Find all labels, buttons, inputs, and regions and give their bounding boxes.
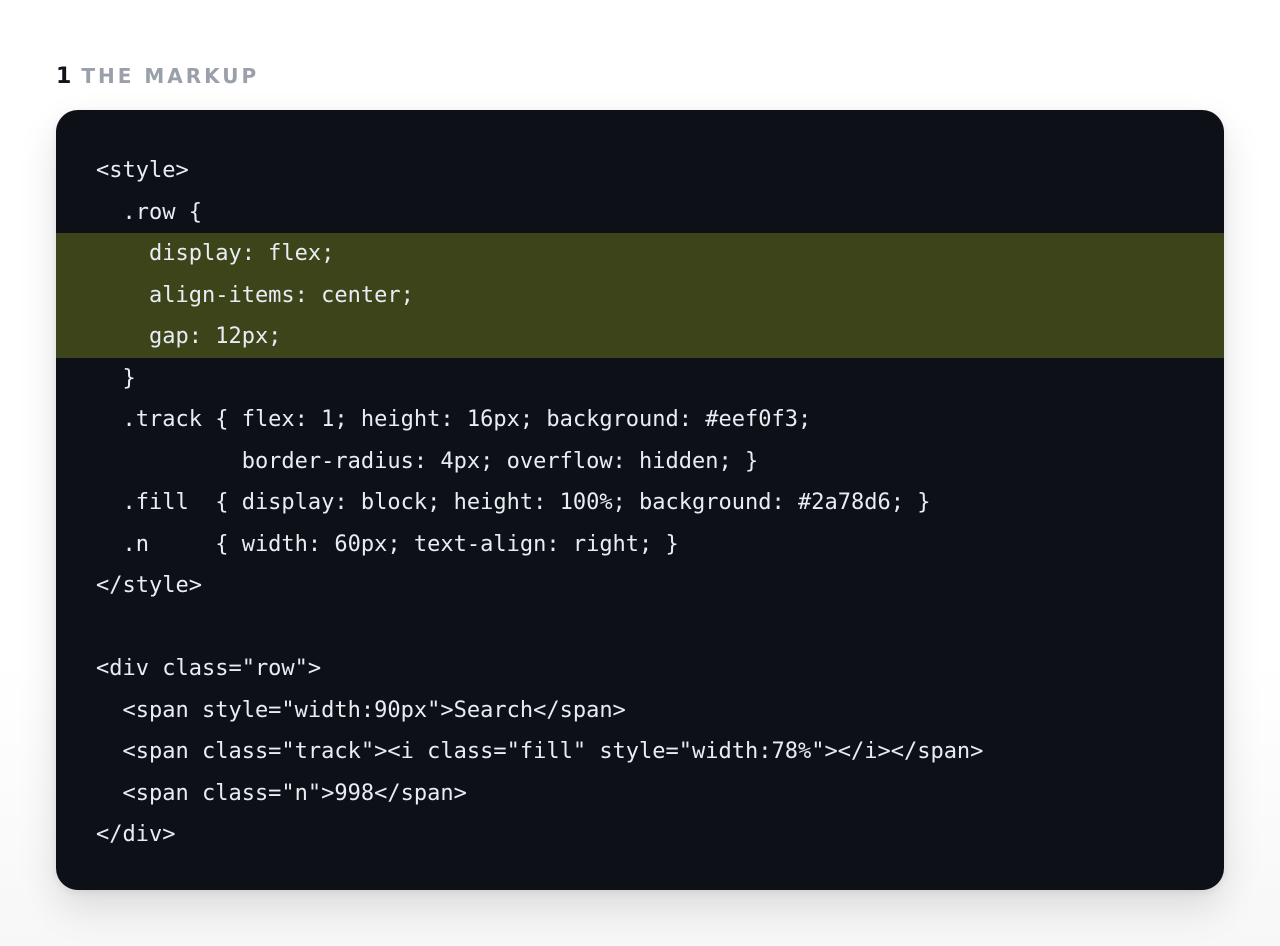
code-line: <span style="width:90px">Search</span> <box>96 697 626 723</box>
code-line: .track { flex: 1; height: 16px; backgrou… <box>96 407 812 432</box>
section-heading: 1 THE MARKUP <box>56 62 259 90</box>
code-line: border-radius: 4px; overflow: hidden; } <box>96 448 759 474</box>
code-line: .row { <box>96 199 202 225</box>
section-number: 1 <box>56 63 72 89</box>
code-line: <style> <box>96 158 189 183</box>
code-line: <div class="row"> <box>96 656 322 681</box>
code-line: </div> <box>96 822 176 847</box>
code-line: </style> <box>96 573 202 598</box>
code-lines: <style> .row { display: flex; align-item… <box>56 150 1224 856</box>
code-line: <span class="track"><i class="fill" styl… <box>96 739 984 764</box>
code-line-highlighted: align-items: center; <box>56 274 1224 316</box>
code-line: .n { width: 60px; text-align: right; } <box>96 531 679 557</box>
code-line: <span class="n">998</span> <box>96 780 467 806</box>
code-line-highlighted: gap: 12px; <box>56 316 1224 358</box>
code-block: <style> .row { display: flex; align-item… <box>56 110 1224 890</box>
code-line-highlighted: display: flex; <box>56 233 1224 275</box>
section-title: THE MARKUP <box>81 64 260 88</box>
page: 1 THE MARKUP <style> .row { display: fle… <box>0 0 1280 946</box>
code-line: } <box>96 365 136 391</box>
code-line: .fill { display: block; height: 100%; ba… <box>96 490 931 515</box>
